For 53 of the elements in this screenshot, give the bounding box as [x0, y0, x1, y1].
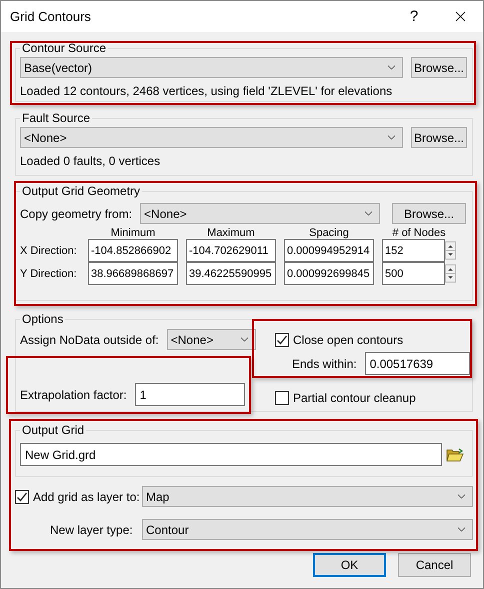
- text-field[interactable]: 152: [382, 239, 445, 262]
- column-header: Minimum: [110, 227, 156, 239]
- text-field[interactable]: 1: [134, 383, 245, 406]
- checkbox-label: Partial contour cleanup: [293, 391, 416, 405]
- field-label: Extrapolation factor:: [20, 388, 127, 402]
- group-title: Output Grid Geometry: [21, 184, 142, 198]
- status-text: Loaded 0 faults, 0 vertices: [20, 154, 162, 168]
- browse-button[interactable]: Browse...: [411, 127, 467, 148]
- browse-button[interactable]: Browse...: [411, 57, 467, 78]
- group-title: Fault Source: [21, 111, 92, 125]
- dropdown[interactable]: Contour: [142, 519, 473, 540]
- dialog-button[interactable]: OK: [313, 553, 386, 577]
- checkmark-icon: [276, 334, 288, 346]
- folder-icon[interactable]: [446, 448, 464, 462]
- help-button[interactable]: ?: [391, 1, 437, 32]
- text-field[interactable]: 0.000992699845: [284, 262, 374, 285]
- text-field[interactable]: 500: [382, 262, 445, 285]
- checkbox-label: Close open contours: [293, 333, 404, 347]
- column-header: Spacing: [308, 227, 350, 239]
- dropdown[interactable]: <None>: [20, 127, 403, 148]
- checkbox[interactable]: [15, 490, 29, 504]
- row-label: X Direction:: [20, 244, 78, 256]
- text-field[interactable]: 39.46225590995: [186, 262, 276, 285]
- field-label: Copy geometry from:: [20, 206, 132, 220]
- dropdown[interactable]: Map: [142, 486, 473, 507]
- group-title: Output Grid: [21, 423, 86, 437]
- field-label: Assign NoData outside of:: [20, 332, 159, 346]
- text-field[interactable]: New Grid.grd: [20, 443, 442, 466]
- text-field[interactable]: 0.00517639: [364, 352, 470, 375]
- group-title: Contour Source: [21, 41, 108, 55]
- column-header: # of Nodes: [391, 227, 447, 239]
- checkbox[interactable]: [275, 391, 289, 405]
- spinner-arrows-icon[interactable]: [445, 239, 456, 262]
- dropdown[interactable]: <None>: [166, 329, 256, 350]
- checkmark-icon: [16, 490, 28, 502]
- checkbox-label: Add grid as layer to:: [33, 490, 140, 504]
- spinner-arrows-icon[interactable]: [445, 262, 456, 285]
- row-label: Y Direction:: [20, 268, 78, 280]
- field-label: New layer type:: [49, 522, 134, 536]
- text-field[interactable]: -104.702629011: [186, 239, 276, 262]
- text-field[interactable]: 0.000994952914: [284, 239, 374, 262]
- group-title: Options: [21, 312, 64, 326]
- dialog-button[interactable]: Cancel: [398, 553, 471, 577]
- dropdown[interactable]: Base(vector): [20, 57, 403, 78]
- column-header: Maximum: [206, 227, 256, 239]
- browse-button[interactable]: Browse...: [392, 203, 466, 224]
- checkbox[interactable]: [275, 333, 289, 347]
- text-field[interactable]: -104.852866902: [88, 239, 178, 262]
- status-text: Loaded 12 contours, 2468 vertices, using field 'ZLEVEL' for elevations: [20, 84, 394, 98]
- dropdown[interactable]: <None>: [140, 203, 380, 224]
- window-title: Grid Contours: [10, 9, 92, 24]
- field-label: Ends within:: [292, 356, 357, 370]
- text-field[interactable]: 38.96689868697: [88, 262, 178, 285]
